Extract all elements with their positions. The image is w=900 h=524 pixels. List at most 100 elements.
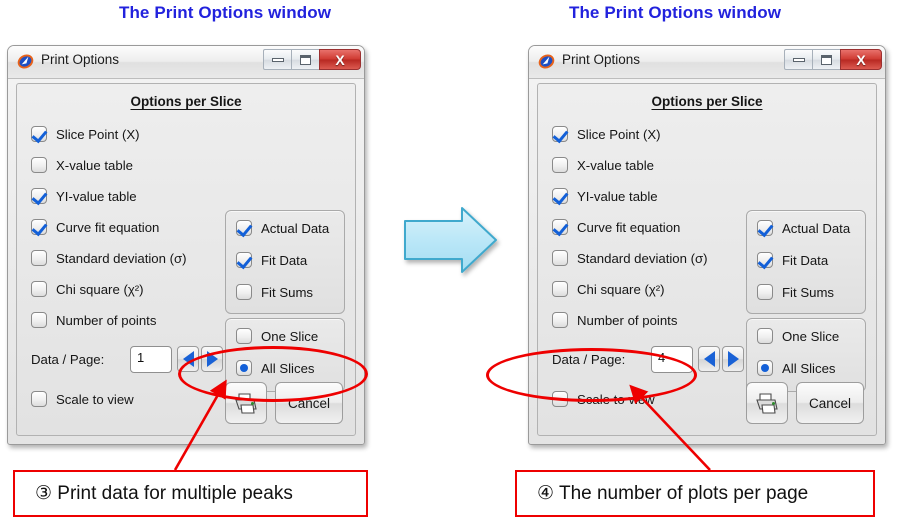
checkbox-x-value-table[interactable]: X-value table [31, 157, 133, 173]
checkbox-label: Curve fit equation [577, 219, 681, 235]
spin-up-button[interactable] [722, 346, 744, 372]
checkbox-slice-point[interactable]: Slice Point (X) [31, 126, 140, 142]
titlebar: Print Options X [8, 46, 364, 79]
data-options-group: Actual Data Fit Data Fit Sums [746, 210, 866, 314]
window-controls: X [784, 49, 882, 70]
radio-one-slice[interactable]: One Slice [757, 328, 839, 344]
close-icon: X [335, 51, 345, 68]
spin-down-button[interactable] [698, 346, 720, 372]
close-button[interactable]: X [319, 49, 361, 70]
close-icon: X [856, 51, 866, 68]
triangle-right-icon [206, 351, 218, 367]
slice-scope-group: One Slice All Slices [225, 318, 345, 392]
print-button[interactable] [746, 382, 788, 424]
checkbox-box [31, 188, 47, 204]
checkbox-box [31, 219, 47, 235]
print-options-window-right: Print Options X Options per Slice Slice … [528, 45, 886, 445]
checkbox-standard-deviation[interactable]: Standard deviation (σ) [31, 250, 187, 266]
checkbox-box [31, 250, 47, 266]
checkbox-curve-fit-equation[interactable]: Curve fit equation [552, 219, 680, 235]
window-client-area: Options per Slice Slice Point (X) X-valu… [537, 83, 877, 436]
checkbox-slice-point[interactable]: Slice Point (X) [552, 126, 661, 142]
checkbox-label: Fit Sums [782, 284, 835, 300]
print-button[interactable] [225, 382, 267, 424]
data-options-group: Actual Data Fit Data Fit Sums [225, 210, 345, 314]
window-client-area: Options per Slice Slice Point (X) X-valu… [16, 83, 356, 436]
checkbox-standard-deviation[interactable]: Standard deviation (σ) [552, 250, 708, 266]
checkbox-box [552, 219, 568, 235]
checkbox-label: Actual Data [261, 220, 330, 236]
data-per-page-label: Data / Page: [31, 352, 105, 367]
checkbox-fit-data[interactable]: Fit Data [757, 252, 828, 268]
checkbox-curve-fit-equation[interactable]: Curve fit equation [31, 219, 159, 235]
checkbox-box [31, 157, 47, 173]
checkbox-box [552, 281, 568, 297]
maximize-button[interactable] [812, 49, 840, 70]
caption-left: The Print Options window [118, 3, 332, 22]
spin-down-button[interactable] [177, 346, 199, 372]
checkbox-label: Chi square (χ²) [56, 281, 144, 297]
checkbox-box [552, 312, 568, 328]
close-button[interactable]: X [840, 49, 882, 70]
cancel-button[interactable]: Cancel [796, 382, 864, 424]
cancel-button-label: Cancel [287, 395, 331, 411]
minimize-button[interactable] [784, 49, 812, 70]
triangle-right-icon [727, 351, 739, 367]
checkbox-label: X-value table [577, 157, 654, 173]
checkbox-box [552, 157, 568, 173]
radio-all-slices[interactable]: All Slices [757, 360, 836, 376]
checkbox-scale-to-view[interactable]: Scale to view [31, 391, 134, 407]
radio-label: One Slice [782, 328, 840, 344]
minimize-icon [792, 57, 805, 62]
annotation-text-4: ④ The number of plots per page [537, 483, 809, 504]
minimize-button[interactable] [263, 49, 291, 70]
checkbox-label: Standard deviation (σ) [577, 250, 708, 266]
checkbox-scale-to-view[interactable]: Scale to view [552, 391, 655, 407]
radio-all-slices[interactable]: All Slices [236, 360, 315, 376]
checkbox-box [31, 281, 47, 297]
annotation-text-3: ③ Print data for multiple peaks [35, 483, 293, 504]
app-logo-icon [538, 54, 555, 69]
checkbox-x-value-table[interactable]: X-value table [552, 157, 654, 173]
checkbox-actual-data[interactable]: Actual Data [236, 220, 329, 236]
checkbox-chi-square[interactable]: Chi square (χ²) [552, 281, 665, 297]
checkbox-label: Curve fit equation [56, 219, 160, 235]
checkbox-box [552, 391, 568, 407]
radio-box [757, 328, 773, 344]
cancel-button-label: Cancel [808, 395, 852, 411]
printer-icon [756, 393, 778, 414]
checkbox-yi-value-table[interactable]: YI-value table [31, 188, 137, 204]
cancel-button[interactable]: Cancel [275, 382, 343, 424]
checkbox-label: Slice Point (X) [577, 126, 661, 142]
panel-right: The Print Options window Print Options X [450, 0, 900, 524]
radio-label: One Slice [261, 328, 319, 344]
section-title: Options per Slice [130, 94, 242, 109]
checkbox-yi-value-table[interactable]: YI-value table [552, 188, 658, 204]
checkbox-label: Fit Data [261, 252, 308, 268]
data-per-page-label: Data / Page: [552, 352, 626, 367]
radio-box [236, 328, 252, 344]
checkbox-fit-sums[interactable]: Fit Sums [757, 284, 834, 300]
radio-label: All Slices [261, 360, 315, 376]
checkbox-number-of-points[interactable]: Number of points [552, 312, 677, 328]
checkbox-number-of-points[interactable]: Number of points [31, 312, 156, 328]
data-per-page-input[interactable]: 1 [130, 346, 172, 373]
annotation-callout-4: ④ The number of plots per page [515, 470, 875, 517]
checkbox-label: Number of points [577, 312, 678, 328]
checkbox-fit-data[interactable]: Fit Data [236, 252, 307, 268]
checkbox-chi-square[interactable]: Chi square (χ²) [31, 281, 144, 297]
maximize-button[interactable] [291, 49, 319, 70]
radio-one-slice[interactable]: One Slice [236, 328, 318, 344]
checkbox-box [31, 391, 47, 407]
triangle-left-icon [182, 351, 194, 367]
checkbox-label: Chi square (χ²) [577, 281, 665, 297]
radio-box [757, 360, 773, 376]
app-logo-icon [17, 54, 34, 69]
maximize-icon [821, 54, 832, 65]
checkbox-label: Standard deviation (σ) [56, 250, 187, 266]
data-per-page-input[interactable]: 4 [651, 346, 693, 373]
checkbox-actual-data[interactable]: Actual Data [757, 220, 850, 236]
checkbox-fit-sums[interactable]: Fit Sums [236, 284, 313, 300]
spin-up-button[interactable] [201, 346, 223, 372]
checkbox-box [757, 220, 773, 236]
